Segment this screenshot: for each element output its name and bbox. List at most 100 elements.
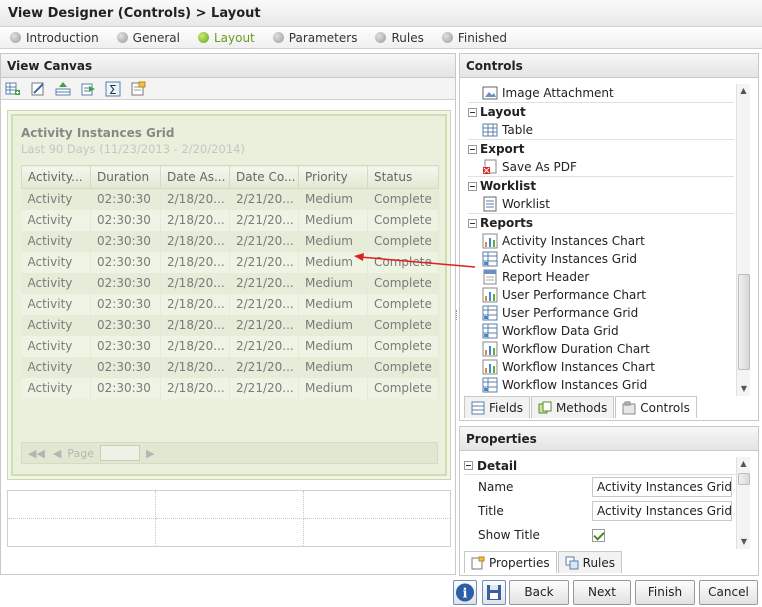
- layout-cell[interactable]: [8, 519, 156, 546]
- tab-rules[interactable]: Rules: [557, 551, 623, 573]
- property-label: Name: [478, 480, 514, 494]
- detail-section[interactable]: Detail: [464, 457, 736, 475]
- insert-icon[interactable]: [55, 81, 73, 97]
- prev-page-icon[interactable]: ◀: [53, 447, 61, 460]
- page-number-input[interactable]: [100, 445, 141, 461]
- collapse-icon[interactable]: [468, 181, 477, 191]
- tree-item-workflow-instances-grid[interactable]: Workflow Instances Grid: [468, 376, 734, 394]
- layout-cell[interactable]: [156, 519, 304, 546]
- grid-icon: [482, 251, 498, 267]
- property-title-row: Title Activity Instances Grid: [478, 500, 732, 522]
- controls-scrollbar[interactable]: ▲ ▼: [736, 84, 750, 396]
- collapse-icon[interactable]: [468, 218, 477, 228]
- layout-cell[interactable]: [8, 491, 156, 519]
- collapse-icon[interactable]: [468, 107, 477, 117]
- scroll-down-icon[interactable]: ▼: [737, 535, 751, 549]
- layout-cell[interactable]: [156, 491, 304, 519]
- tree-item-worklist[interactable]: Worklist: [468, 195, 734, 213]
- column-header-date-completed[interactable]: Date Co...: [229, 165, 299, 189]
- tree-category-export[interactable]: Export: [468, 139, 734, 158]
- tree-item-table[interactable]: Table: [468, 121, 734, 139]
- save-button[interactable]: [482, 580, 506, 605]
- tree-item-workflow-duration-chart[interactable]: Workflow Duration Chart: [468, 340, 734, 358]
- tree-item-activity-instances-grid[interactable]: Activity Instances Grid: [468, 250, 734, 268]
- tree-item-workflow-instances-chart[interactable]: Workflow Instances Chart: [468, 358, 734, 376]
- column-header-status[interactable]: Status: [367, 165, 439, 189]
- cancel-button[interactable]: Cancel: [699, 580, 758, 605]
- step-introduction[interactable]: Introduction: [10, 31, 99, 45]
- chart-icon: [482, 287, 498, 303]
- column-header-duration[interactable]: Duration: [90, 165, 161, 189]
- tab-methods[interactable]: Methods: [530, 396, 615, 418]
- step-rules[interactable]: Rules: [375, 31, 424, 45]
- controls-icon: [622, 401, 636, 414]
- tree-category-layout[interactable]: Layout: [468, 102, 734, 121]
- add-row-icon[interactable]: [5, 81, 23, 97]
- collapse-icon[interactable]: [464, 461, 473, 470]
- step-parameters[interactable]: Parameters: [272, 31, 357, 45]
- scroll-thumb[interactable]: [738, 473, 750, 485]
- tree-item-user-performance-chart[interactable]: User Performance Chart: [468, 286, 734, 304]
- category-label: Reports: [480, 216, 534, 230]
- table-cell: 02:30:30: [90, 251, 161, 273]
- step-finished[interactable]: Finished: [441, 31, 507, 45]
- item-label: Table: [502, 123, 534, 137]
- first-page-icon[interactable]: ◀◀: [28, 447, 45, 460]
- step-general[interactable]: General: [116, 31, 180, 45]
- name-field[interactable]: Activity Instances Grid: [592, 477, 732, 497]
- scroll-up-icon[interactable]: ▲: [737, 457, 750, 471]
- tree-item-workflow-data-grid[interactable]: Workflow Data Grid: [468, 322, 734, 340]
- activity-instances-grid-control[interactable]: Activity Instances Grid Last 90 Days (11…: [7, 110, 451, 480]
- table-cell: Medium: [298, 209, 368, 231]
- table-cell: 2/18/20...: [160, 272, 230, 294]
- step-layout[interactable]: Layout: [197, 31, 255, 45]
- tree-item-activity-instances-chart[interactable]: Activity Instances Chart: [468, 232, 734, 250]
- svg-text:Σ: Σ: [109, 83, 117, 97]
- layout-table-placeholder[interactable]: [7, 490, 451, 547]
- back-button[interactable]: Back: [509, 580, 569, 605]
- next-button[interactable]: Next: [573, 580, 631, 605]
- column-header-activity[interactable]: Activity...: [21, 165, 91, 189]
- step-dot-icon: [441, 32, 453, 43]
- table-row: Activity 02:30:30 2/18/20... 2/21/20... Medi…: [21, 272, 439, 294]
- category-label: Worklist: [480, 179, 537, 193]
- pdf-icon: [483, 159, 497, 174]
- export-icon[interactable]: [80, 81, 98, 97]
- scroll-down-icon[interactable]: ▼: [737, 382, 751, 396]
- info-button[interactable]: i: [453, 580, 477, 605]
- tab-properties[interactable]: Properties: [464, 551, 557, 573]
- table-row: Activity 02:30:30 2/18/20... 2/21/20... Medi…: [21, 188, 439, 210]
- column-header-date-assigned[interactable]: Date As...: [160, 165, 230, 189]
- svg-text:i: i: [463, 587, 468, 602]
- finish-button[interactable]: Finish: [635, 580, 695, 605]
- scroll-thumb[interactable]: [738, 274, 750, 370]
- collapse-icon[interactable]: [468, 144, 477, 154]
- properties-scrollbar[interactable]: ▲ ▼: [736, 457, 750, 549]
- sum-icon[interactable]: Σ: [105, 81, 123, 97]
- tab-fields[interactable]: Fields: [464, 396, 530, 418]
- next-page-icon[interactable]: ▶: [146, 447, 154, 460]
- tree-item-image-attachment[interactable]: Image Attachment: [468, 84, 734, 102]
- layout-cell[interactable]: [304, 519, 450, 546]
- edit-icon[interactable]: [30, 81, 48, 97]
- properties-icon[interactable]: [130, 81, 148, 97]
- tab-controls[interactable]: Controls: [615, 396, 697, 418]
- column-header-priority[interactable]: Priority: [298, 165, 368, 189]
- table-cell: Activity: [21, 356, 91, 378]
- property-show-title-row: Show Title: [478, 524, 605, 546]
- controls-panel: Controls Image Attachment Layout Table Expo…: [459, 53, 759, 421]
- tree-category-reports[interactable]: Reports: [468, 213, 734, 232]
- table-row: Activity 02:30:30 2/18/20... 2/21/20... Medi…: [21, 335, 439, 357]
- properties-tab-icon: [471, 556, 485, 569]
- tree-category-worklist[interactable]: Worklist: [468, 176, 734, 195]
- table-cell: 2/18/20...: [160, 356, 230, 378]
- title-field[interactable]: Activity Instances Grid: [592, 501, 732, 521]
- tree-item-user-performance-grid[interactable]: User Performance Grid: [468, 304, 734, 322]
- step-dot-icon: [10, 32, 21, 43]
- layout-cell[interactable]: [304, 491, 450, 519]
- tree-item-save-as-pdf[interactable]: Save As PDF: [468, 158, 734, 176]
- tree-item-report-header[interactable]: Report Header: [468, 268, 734, 286]
- scroll-up-icon[interactable]: ▲: [737, 84, 750, 98]
- show-title-checkbox[interactable]: [592, 528, 605, 542]
- table-cell: Complete: [367, 356, 439, 378]
